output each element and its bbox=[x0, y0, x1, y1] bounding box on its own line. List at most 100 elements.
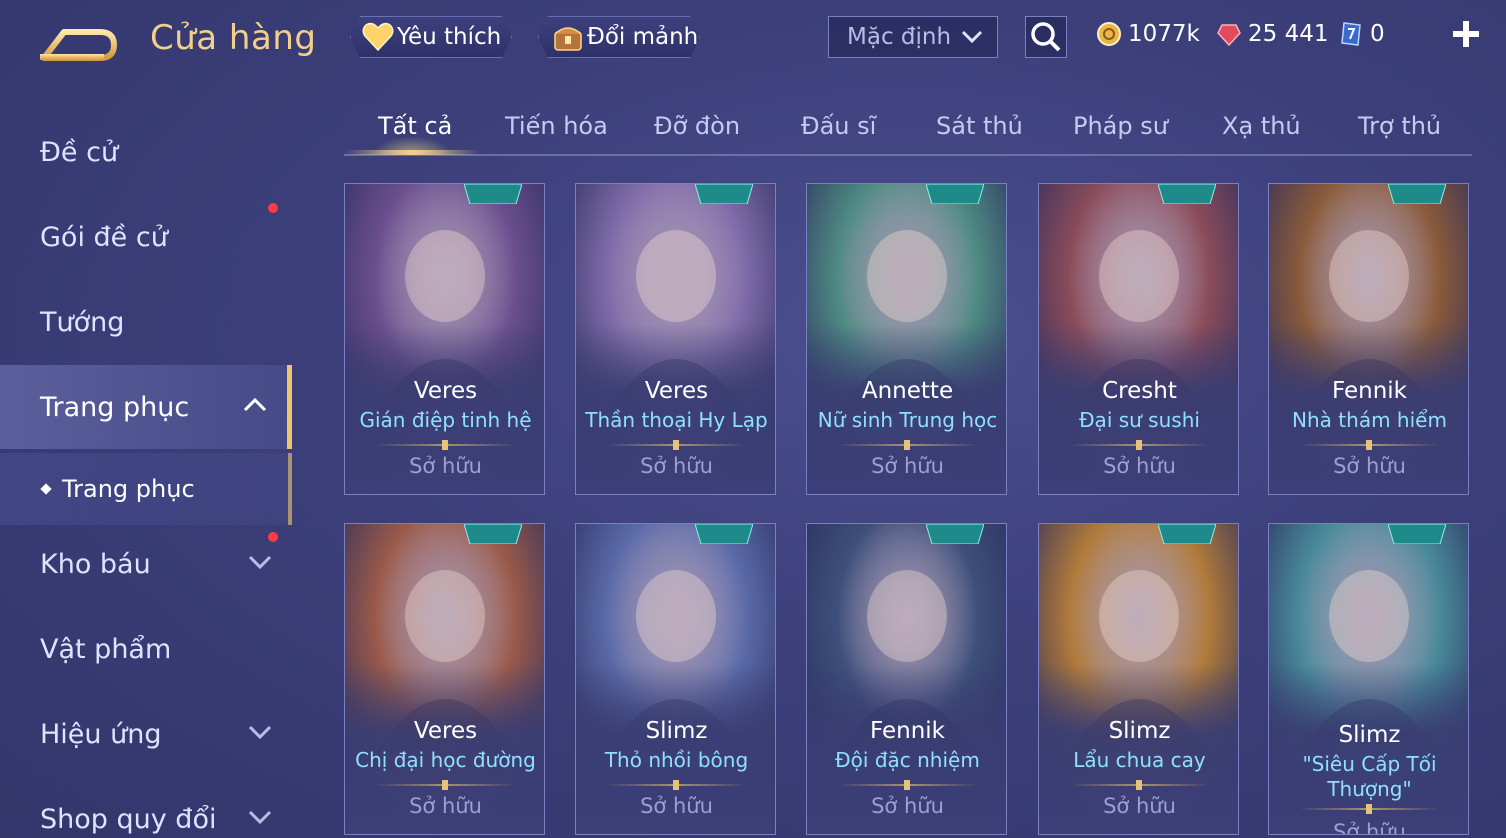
tab-tank[interactable]: Đỡ đòn bbox=[654, 112, 740, 140]
limited-badge-icon bbox=[1388, 184, 1446, 204]
sidebar-item-featured-bundles[interactable]: Gói đề cử bbox=[0, 195, 292, 279]
tab-assassin[interactable]: Sát thủ bbox=[936, 112, 1023, 140]
owned-status: Sở hữu bbox=[871, 454, 944, 478]
chevron-down-icon bbox=[248, 555, 272, 570]
sidebar: Đề cử Gói đề cử Tướng Trang phục Trang p… bbox=[0, 80, 292, 838]
gold-balance: 1077k bbox=[1096, 18, 1200, 50]
tab-fighter[interactable]: Đấu sĩ bbox=[801, 112, 876, 140]
heart-icon bbox=[361, 20, 395, 54]
limited-badge-icon bbox=[926, 524, 984, 544]
tab-mage[interactable]: Pháp sư bbox=[1073, 112, 1168, 140]
chevron-down-icon bbox=[248, 810, 272, 825]
owned-status: Sở hữu bbox=[409, 454, 482, 478]
skin-name: Lẩu chua cay bbox=[1073, 748, 1206, 772]
skin-card[interactable]: Cresht Đại sư sushi Sở hữu bbox=[1038, 183, 1239, 495]
active-tab-underline bbox=[344, 150, 480, 155]
skin-card[interactable]: Slimz Lẩu chua cay Sở hữu bbox=[1038, 523, 1239, 835]
hero-name: Veres bbox=[413, 718, 478, 744]
limited-badge-icon bbox=[695, 524, 753, 544]
owned-status: Sở hữu bbox=[409, 794, 482, 818]
skin-card[interactable]: Veres Chị đại học đường Sở hữu bbox=[344, 523, 545, 835]
sidebar-item-featured[interactable]: Đề cử bbox=[0, 110, 292, 194]
card-divider bbox=[837, 780, 978, 790]
limited-badge-icon bbox=[464, 184, 522, 204]
sidebar-item-label: Đề cử bbox=[40, 136, 119, 168]
plus-icon[interactable] bbox=[1452, 20, 1480, 48]
sidebar-item-effects[interactable]: Hiệu ứng bbox=[0, 692, 292, 776]
exchange-label: Đổi mảnh bbox=[587, 24, 699, 50]
voucher-icon bbox=[1341, 22, 1361, 46]
tab-all[interactable]: Tất cả bbox=[378, 112, 452, 140]
owned-status: Sở hữu bbox=[1333, 454, 1406, 478]
sidebar-item-label: Kho báu bbox=[40, 548, 151, 580]
favorite-label: Yêu thích bbox=[397, 24, 502, 50]
chevron-up-icon bbox=[243, 397, 267, 412]
sidebar-item-label: Shop quy đổi bbox=[40, 803, 217, 835]
hero-name: Annette bbox=[861, 378, 954, 404]
notification-dot bbox=[268, 532, 278, 542]
card-divider bbox=[1069, 440, 1210, 450]
skin-name: Gián điệp tinh hệ bbox=[359, 408, 532, 432]
search-button[interactable] bbox=[1025, 16, 1067, 58]
skin-name: "Siêu Cấp Tối Thượng" bbox=[1302, 752, 1437, 801]
skin-card[interactable]: Veres Thần thoại Hy Lạp Sở hữu bbox=[575, 183, 776, 495]
search-icon bbox=[1031, 22, 1061, 52]
card-divider bbox=[1069, 780, 1210, 790]
card-divider bbox=[606, 780, 747, 790]
chevron-down-icon bbox=[961, 30, 983, 44]
chevron-down-icon bbox=[248, 725, 272, 740]
skin-card[interactable]: Fennik Nhà thám hiểm Sở hữu bbox=[1268, 183, 1469, 495]
limited-badge-icon bbox=[1388, 524, 1446, 544]
hero-name: Slimz bbox=[645, 718, 708, 744]
sort-dropdown[interactable]: Mặc định bbox=[828, 16, 998, 58]
skin-name: Nữ sinh Trung học bbox=[817, 408, 998, 432]
tab-support[interactable]: Trợ thủ bbox=[1358, 112, 1441, 140]
card-divider bbox=[375, 780, 516, 790]
sidebar-item-heroes[interactable]: Tướng bbox=[0, 280, 292, 364]
skin-card[interactable]: Slimz Thỏ nhồi bông Sở hữu bbox=[575, 523, 776, 835]
card-divider bbox=[375, 440, 516, 450]
tab-evolution[interactable]: Tiến hóa bbox=[505, 112, 608, 140]
back-icon[interactable] bbox=[40, 24, 118, 64]
owned-status: Sở hữu bbox=[640, 794, 713, 818]
skin-card[interactable]: Fennik Đội đặc nhiệm Sở hữu bbox=[806, 523, 1007, 835]
ruby-balance: 25 441 bbox=[1216, 18, 1328, 50]
hero-name: Cresht bbox=[1102, 378, 1177, 404]
top-bar: Cửa hàng Yêu thích Đổi mảnh Mặc định 107… bbox=[0, 0, 1506, 78]
skin-card[interactable]: Slimz "Siêu Cấp Tối Thượng" Sở hữu bbox=[1268, 523, 1469, 835]
skin-card[interactable]: Veres Gián điệp tinh hệ Sở hữu bbox=[344, 183, 545, 495]
sidebar-subitem-skins[interactable]: Trang phục bbox=[0, 453, 292, 525]
card-divider bbox=[1299, 440, 1440, 450]
owned-status: Sở hữu bbox=[1103, 794, 1176, 818]
hero-name: Veres bbox=[413, 378, 478, 404]
exchange-fragments-button[interactable]: Đổi mảnh bbox=[538, 16, 700, 58]
tab-marksman[interactable]: Xạ thủ bbox=[1222, 112, 1301, 140]
owned-status: Sở hữu bbox=[1103, 454, 1176, 478]
skin-name: Nhà thám hiểm bbox=[1292, 408, 1447, 432]
limited-badge-icon bbox=[1158, 184, 1216, 204]
hero-name: Fennik bbox=[870, 718, 945, 744]
hero-name: Slimz bbox=[1108, 718, 1171, 744]
voucher-balance: 0 bbox=[1338, 18, 1385, 50]
sidebar-item-treasure[interactable]: Kho báu bbox=[0, 522, 292, 606]
sidebar-subitem-label: Trang phục bbox=[62, 475, 195, 503]
category-tabs: Tất cả Tiến hóa Đỡ đòn Đấu sĩ Sát thủ Ph… bbox=[344, 100, 1472, 156]
skin-name: Đại sư sushi bbox=[1079, 408, 1200, 432]
gold-value: 1077k bbox=[1128, 21, 1200, 47]
treasure-chest-icon bbox=[551, 20, 585, 54]
hero-name: Slimz bbox=[1338, 722, 1401, 748]
sort-value: Mặc định bbox=[847, 24, 952, 50]
skin-card[interactable]: Annette Nữ sinh Trung học Sở hữu bbox=[806, 183, 1007, 495]
sidebar-item-items[interactable]: Vật phẩm bbox=[0, 607, 292, 691]
sidebar-item-label: Tướng bbox=[40, 306, 125, 338]
sidebar-item-skins[interactable]: Trang phục bbox=[0, 365, 292, 449]
favorite-button[interactable]: Yêu thích bbox=[350, 16, 512, 58]
limited-badge-icon bbox=[926, 184, 984, 204]
bullet-icon bbox=[40, 483, 52, 495]
skin-name: Đội đặc nhiệm bbox=[835, 748, 980, 772]
owned-status: Sở hữu bbox=[1333, 820, 1406, 835]
skin-name: Thỏ nhồi bông bbox=[604, 748, 749, 772]
voucher-value: 0 bbox=[1370, 21, 1385, 47]
skin-name: Chị đại học đường bbox=[355, 748, 536, 772]
sidebar-item-exchange-shop[interactable]: Shop quy đổi bbox=[0, 777, 292, 838]
